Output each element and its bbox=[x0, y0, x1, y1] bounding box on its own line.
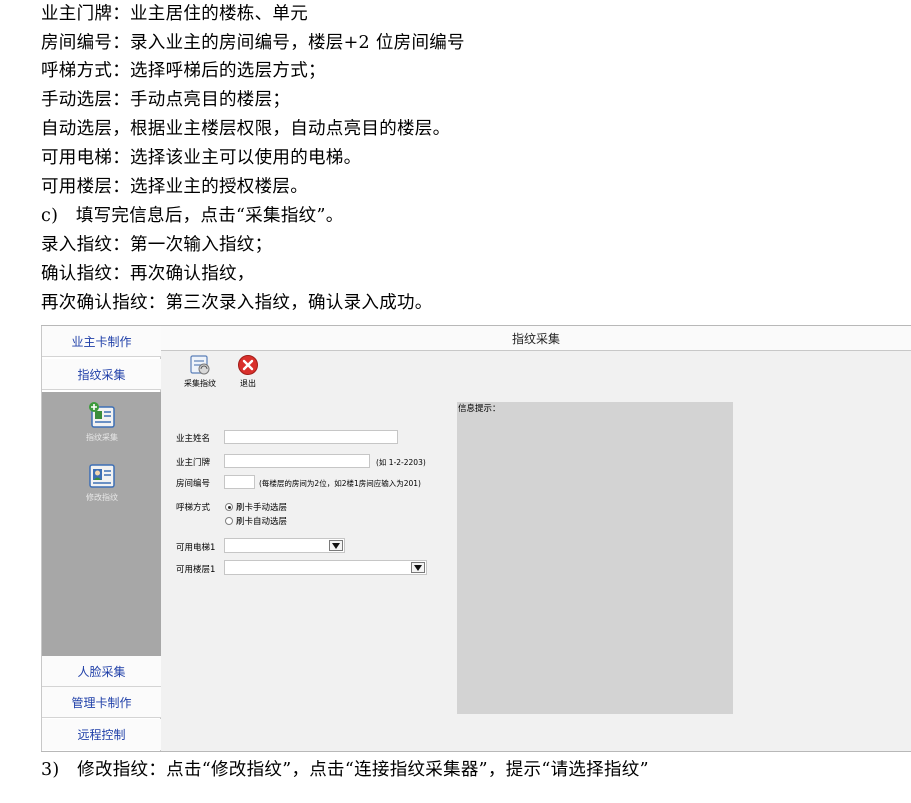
room-input[interactable] bbox=[224, 475, 255, 489]
app-screenshot: 业主卡制作 指纹采集 指纹采集 修改指纹 人脸采集 管理卡制作 远程控制 指纹采… bbox=[41, 325, 911, 752]
collect-fingerprint-button[interactable]: 采集指纹 bbox=[178, 354, 222, 389]
info-panel bbox=[457, 402, 733, 714]
sidebar-item-fingerprint[interactable]: 指纹采集 bbox=[42, 359, 161, 390]
owner-name-input[interactable] bbox=[224, 430, 398, 444]
door-input[interactable] bbox=[224, 454, 370, 468]
doc-line: 可用电梯：选择该业主可以使用的电梯。 bbox=[41, 148, 362, 168]
door-hint: (如 1-2-2203) bbox=[376, 458, 426, 467]
doc-line: 呼梯方式：选择呼梯后的选层方式； bbox=[41, 61, 326, 81]
submenu-item-collect[interactable]: 指纹采集 bbox=[42, 400, 162, 443]
room-hint: (每楼层的房间为2位，如2楼1房间应输入为201) bbox=[259, 479, 421, 488]
doc-line: 自动选层，根据业主楼层权限，自动点亮目的楼层。 bbox=[41, 119, 451, 139]
dropdown-arrow-icon bbox=[329, 540, 343, 551]
radio-dot bbox=[225, 517, 233, 525]
exit-label: 退出 bbox=[240, 379, 256, 388]
doc-line: 手动选层：手动点亮目的楼层； bbox=[41, 90, 291, 110]
owner-name-label: 业主姓名 bbox=[176, 434, 211, 444]
doc-line: 录入指纹：第一次输入指纹； bbox=[41, 235, 273, 255]
main-area: 指纹采集 采集指纹 退出 业主姓名 业主门牌 (如 1-2-2203) 房间编号 bbox=[161, 326, 911, 751]
doc-line: 再次确认指纹：第三次录入指纹，确认录入成功。 bbox=[41, 293, 433, 313]
window-title: 指纹采集 bbox=[161, 326, 911, 351]
close-icon bbox=[238, 355, 258, 375]
sidebar: 业主卡制作 指纹采集 指纹采集 修改指纹 人脸采集 管理卡制作 远程控制 bbox=[41, 326, 162, 751]
sidebar-submenu: 指纹采集 修改指纹 bbox=[42, 392, 162, 656]
floor-label: 可用楼层1 bbox=[176, 565, 216, 575]
collect-icon bbox=[190, 355, 210, 375]
sidebar-item-remote[interactable]: 远程控制 bbox=[42, 719, 161, 750]
sidebar-item-face[interactable]: 人脸采集 bbox=[42, 656, 161, 687]
elevator-select[interactable] bbox=[224, 538, 345, 553]
sidebar-item-admin-card[interactable]: 管理卡制作 bbox=[42, 687, 161, 718]
floor-select[interactable] bbox=[224, 560, 427, 575]
user-card-icon bbox=[89, 464, 115, 488]
doc-line: c) 填写完信息后，点击“采集指纹”。 bbox=[41, 206, 344, 226]
dropdown-arrow-icon bbox=[411, 562, 425, 573]
info-label: 信息提示： bbox=[458, 404, 501, 414]
submenu-label: 修改指纹 bbox=[86, 493, 118, 502]
radio-label: 刷卡自动选层 bbox=[236, 517, 288, 527]
submenu-item-modify[interactable]: 修改指纹 bbox=[42, 460, 162, 503]
sidebar-item-owner-card[interactable]: 业主卡制作 bbox=[42, 326, 161, 357]
door-label: 业主门牌 bbox=[176, 458, 211, 468]
fingerprint-card-icon bbox=[89, 402, 115, 428]
doc-line: 确认指纹：再次确认指纹， bbox=[41, 264, 255, 284]
submenu-label: 指纹采集 bbox=[86, 433, 118, 442]
radio-label: 刷卡手动选层 bbox=[236, 503, 288, 513]
doc-line: 房间编号：录入业主的房间编号，楼层+2 位房间编号 bbox=[41, 33, 465, 53]
call-mode-label: 呼梯方式 bbox=[176, 503, 211, 513]
doc-line: 可用楼层：选择业主的授权楼层。 bbox=[41, 177, 308, 197]
exit-button[interactable]: 退出 bbox=[226, 354, 270, 389]
doc-line: 业主门牌：业主居住的楼栋、单元 bbox=[41, 4, 308, 24]
elevator-label: 可用电梯1 bbox=[176, 543, 216, 553]
radio-auto[interactable]: 刷卡自动选层 bbox=[225, 515, 287, 527]
radio-dot bbox=[225, 503, 233, 511]
doc-caption: 3) 修改指纹：点击“修改指纹”，点击“连接指纹采集器”，提示“请选择指纹” bbox=[41, 760, 649, 780]
radio-manual[interactable]: 刷卡手动选层 bbox=[225, 501, 287, 513]
room-label: 房间编号 bbox=[176, 479, 211, 489]
collect-label: 采集指纹 bbox=[184, 379, 216, 388]
